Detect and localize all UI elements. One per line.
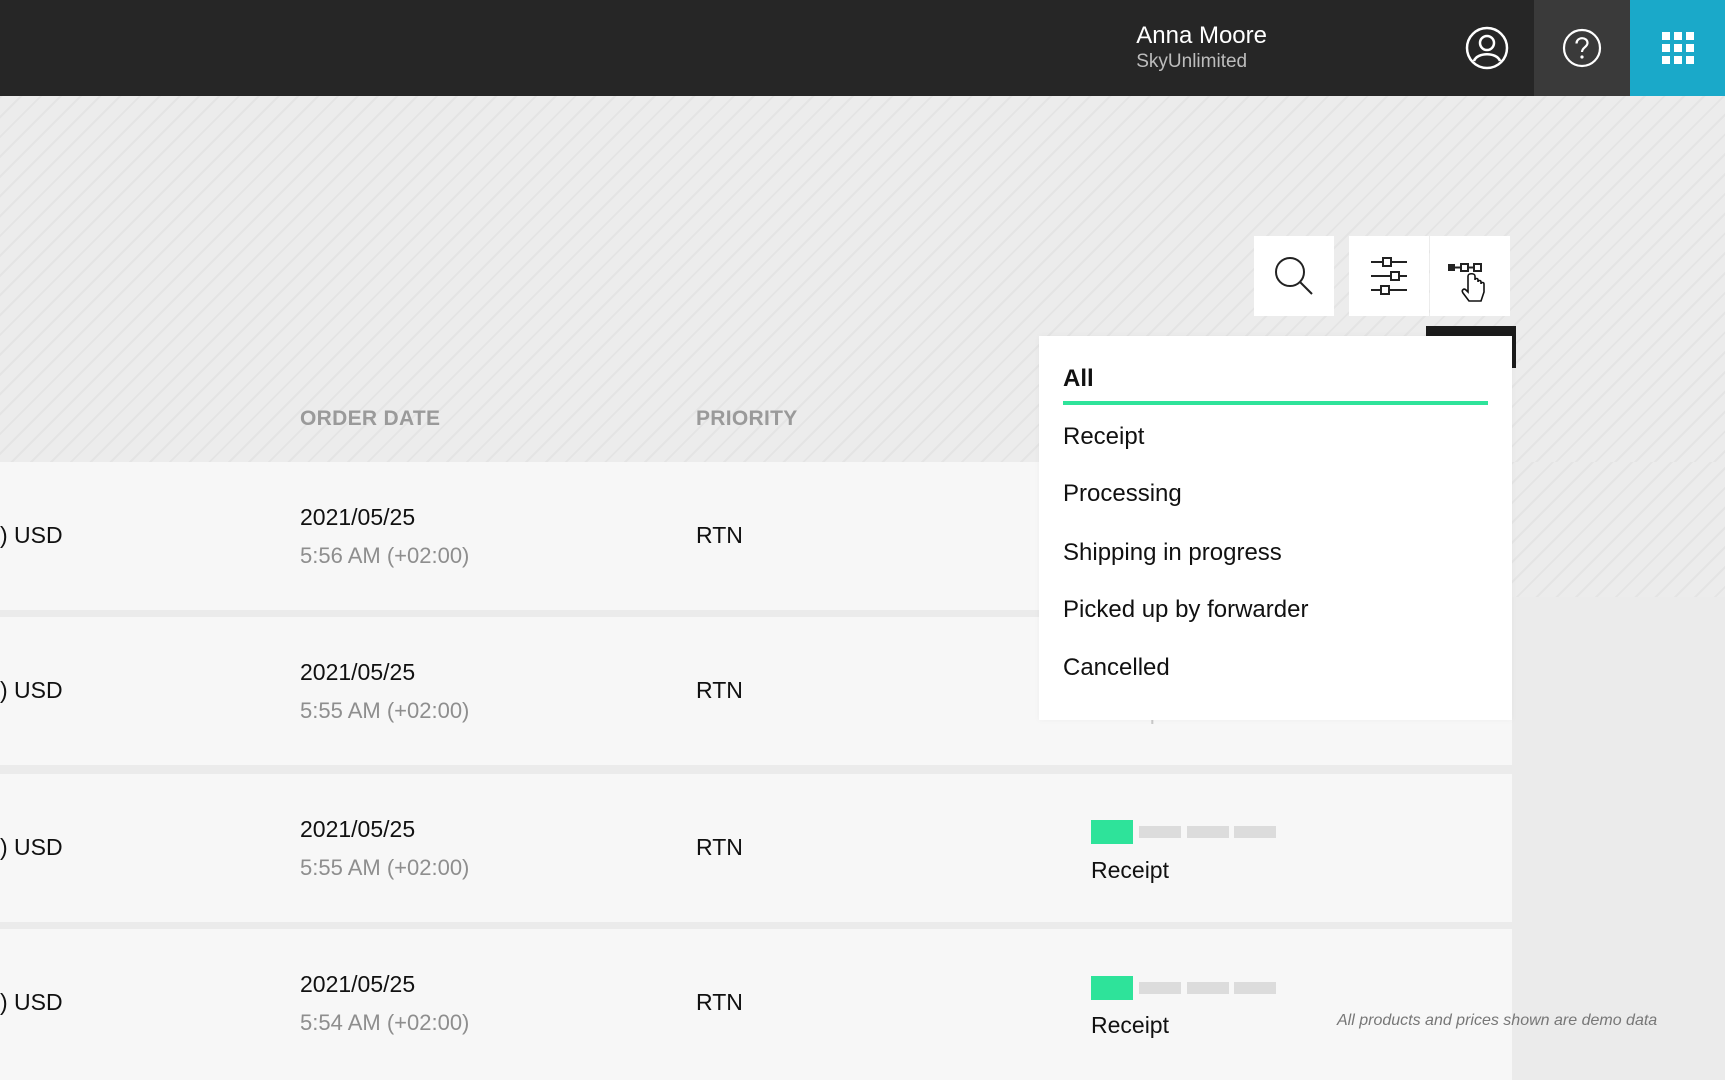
status-option-cancelled[interactable]: Cancelled	[1063, 654, 1170, 682]
column-header-priority[interactable]: PRIORITY	[696, 407, 798, 431]
hand-cursor-icon	[1461, 272, 1485, 302]
status-option-all[interactable]: All	[1063, 365, 1094, 393]
user-avatar-icon[interactable]	[1465, 26, 1509, 70]
column-header-order-date[interactable]: ORDER DATE	[300, 407, 440, 431]
progress-step	[1187, 982, 1229, 994]
status-option-shipping[interactable]: Shipping in progress	[1063, 539, 1282, 567]
user-info[interactable]: Anna Moore SkyUnlimited	[1136, 22, 1267, 74]
status-label: Receipt	[1091, 1012, 1169, 1038]
progress-step-active	[1091, 820, 1133, 844]
status-option-receipt[interactable]: Receipt	[1063, 423, 1144, 451]
amount: ) USD	[0, 834, 63, 860]
user-org: SkyUnlimited	[1136, 51, 1248, 72]
amount: ) USD	[0, 989, 63, 1015]
table-row[interactable]: ) USD 2021/05/25 5:55 AM (+02:00) RTN Re…	[0, 774, 1512, 922]
progress-step-active	[1091, 976, 1133, 1000]
table-row[interactable]: ) USD 2021/05/25 5:54 AM (+02:00) RTN Re…	[0, 929, 1512, 1080]
amount: ) USD	[0, 677, 63, 703]
help-icon	[1562, 28, 1602, 68]
progress-step	[1187, 826, 1229, 838]
order-time: 5:55 AM (+02:00)	[300, 855, 470, 880]
help-button[interactable]	[1534, 0, 1630, 96]
top-bar: Anna Moore SkyUnlimited	[0, 0, 1725, 96]
search-icon	[1275, 257, 1313, 295]
order-date: 2021/05/25	[300, 971, 416, 997]
priority: RTN	[696, 522, 743, 548]
progress-step	[1234, 982, 1276, 994]
search-button[interactable]	[1254, 236, 1334, 316]
order-date: 2021/05/25	[300, 504, 416, 530]
header-pattern-extension	[1512, 462, 1725, 597]
status-filter-dropdown: All Receipt Processing Shipping in progr…	[1039, 336, 1512, 720]
priority: RTN	[696, 989, 743, 1015]
progress-step	[1234, 826, 1276, 838]
amount: ) USD	[0, 522, 63, 548]
status-label: Receipt	[1091, 857, 1169, 883]
status-button[interactable]	[1430, 236, 1510, 316]
status-steps-icon	[1448, 263, 1485, 302]
priority: RTN	[696, 677, 743, 703]
order-time: 5:56 AM (+02:00)	[300, 543, 470, 568]
priority: RTN	[696, 834, 743, 860]
order-date: 2021/05/25	[300, 816, 416, 842]
order-time: 5:55 AM (+02:00)	[300, 698, 470, 723]
progress-step	[1139, 982, 1181, 994]
status-option-processing[interactable]: Processing	[1063, 480, 1182, 508]
status-option-picked-up[interactable]: Picked up by forwarder	[1063, 596, 1308, 624]
filter-button[interactable]	[1349, 236, 1429, 316]
order-date: 2021/05/25	[300, 659, 416, 685]
user-name: Anna Moore	[1136, 22, 1267, 49]
apps-menu-button[interactable]	[1630, 0, 1725, 96]
filter-sliders-icon	[1371, 257, 1407, 295]
progress-step	[1139, 826, 1181, 838]
order-time: 5:54 AM (+02:00)	[300, 1010, 470, 1035]
demo-data-disclaimer: All products and prices shown are demo d…	[1337, 1012, 1658, 1029]
apps-grid-icon	[1661, 32, 1694, 64]
selected-option-underline	[1063, 401, 1488, 405]
